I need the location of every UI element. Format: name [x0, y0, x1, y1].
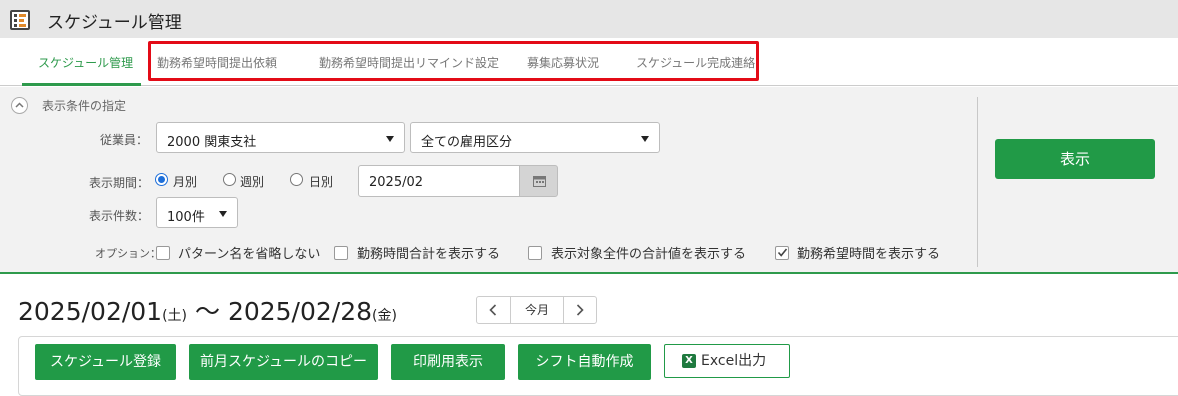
radio-daily-label: 日別 [309, 175, 334, 189]
checkmark-icon [777, 248, 788, 257]
print-view-button[interactable]: 印刷用表示 [391, 344, 505, 380]
filter-section-title: 表示条件の指定 [42, 99, 127, 113]
excel-export-button[interactable]: X Excel出力 [664, 344, 790, 378]
date-input[interactable]: 2025/02 [358, 165, 520, 197]
radio-weekly-label: 週別 [240, 175, 265, 189]
checkbox-desired-hours-label: 勤務希望時間を表示する [797, 247, 941, 262]
checkbox-full-pattern-name[interactable] [156, 246, 170, 260]
checkbox-desired-hours[interactable] [775, 246, 789, 260]
calendar-icon [533, 176, 546, 187]
period-end-weekday: (金) [372, 308, 397, 324]
count-select[interactable]: 100件 [156, 197, 238, 228]
show-button[interactable]: 表示 [995, 139, 1155, 179]
chevron-down-icon [641, 136, 649, 142]
count-label: 表示件数： [89, 209, 150, 223]
tab-reminder-settings[interactable]: 勤務希望時間提出リマインド設定 [319, 54, 499, 71]
period-label: 表示期間： [89, 176, 150, 190]
copy-prev-month-button[interactable]: 前月スケジュールのコピー [189, 344, 378, 380]
schedule-register-button[interactable]: スケジュール登録 [35, 344, 176, 380]
next-button[interactable] [563, 297, 597, 323]
chevron-right-icon [576, 304, 584, 316]
employee-select[interactable]: 2000 関東支社 [156, 122, 405, 153]
calendar-button[interactable] [519, 165, 558, 197]
active-tab-indicator [22, 83, 141, 86]
radio-weekly[interactable] [223, 173, 236, 186]
tab-bar: スケジュール管理 勤務希望時間提出依頼 勤務希望時間提出リマインド設定 募集応募… [0, 38, 1178, 86]
checkbox-all-totals-label: 表示対象全件の合計値を表示する [551, 247, 747, 262]
tab-schedule-management[interactable]: スケジュール管理 [38, 54, 133, 71]
filter-divider [977, 97, 978, 267]
employment-type-select[interactable]: 全ての雇用区分 [410, 122, 660, 153]
tab-work-request[interactable]: 勤務希望時間提出依頼 [157, 54, 277, 71]
title-bar: スケジュール管理 [0, 0, 1178, 38]
collapse-icon[interactable] [11, 97, 28, 114]
period-heading: 2025/02/01(土) 〜 2025/02/28(金) [18, 292, 397, 328]
radio-monthly-label: 月別 [173, 175, 198, 189]
page-title: スケジュール管理 [47, 13, 182, 33]
count-select-value: 100件 [167, 210, 205, 225]
options-label: オプション： [95, 247, 161, 260]
period-end: 2025/02/28 [227, 297, 373, 326]
employment-type-value: 全ての雇用区分 [421, 135, 513, 150]
employee-label: 従業員： [100, 133, 149, 147]
checkbox-all-totals[interactable] [528, 246, 542, 260]
chevron-down-icon [219, 211, 227, 217]
employee-select-value: 2000 関東支社 [167, 135, 257, 150]
this-month-button[interactable]: 今月 [511, 297, 563, 323]
excel-export-label: Excel出力 [701, 353, 767, 369]
chevron-down-icon [386, 136, 394, 142]
checkbox-full-pattern-name-label: パターン名を省略しない [178, 247, 321, 262]
radio-monthly[interactable] [155, 173, 168, 186]
checkbox-total-hours-label: 勤務時間合計を表示する [357, 247, 501, 262]
tab-completion-notice[interactable]: スケジュール完成連絡 [636, 54, 755, 71]
app-icon [10, 10, 30, 30]
period-nav: 今月 [476, 296, 597, 324]
period-start-weekday: (土) [162, 308, 188, 324]
checkbox-total-hours[interactable] [334, 246, 348, 260]
period-separator: 〜 [187, 297, 228, 326]
excel-icon: X [682, 354, 696, 368]
prev-button[interactable] [477, 297, 511, 323]
chevron-left-icon [489, 304, 497, 316]
period-start: 2025/02/01 [18, 297, 163, 326]
filter-panel: 表示条件の指定 従業員： 2000 関東支社 全ての雇用区分 表示期間： 月別 … [0, 87, 1178, 274]
tab-recruitment-status[interactable]: 募集応募状況 [527, 54, 599, 71]
auto-shift-button[interactable]: シフト自動作成 [518, 344, 651, 380]
radio-daily[interactable] [290, 173, 303, 186]
